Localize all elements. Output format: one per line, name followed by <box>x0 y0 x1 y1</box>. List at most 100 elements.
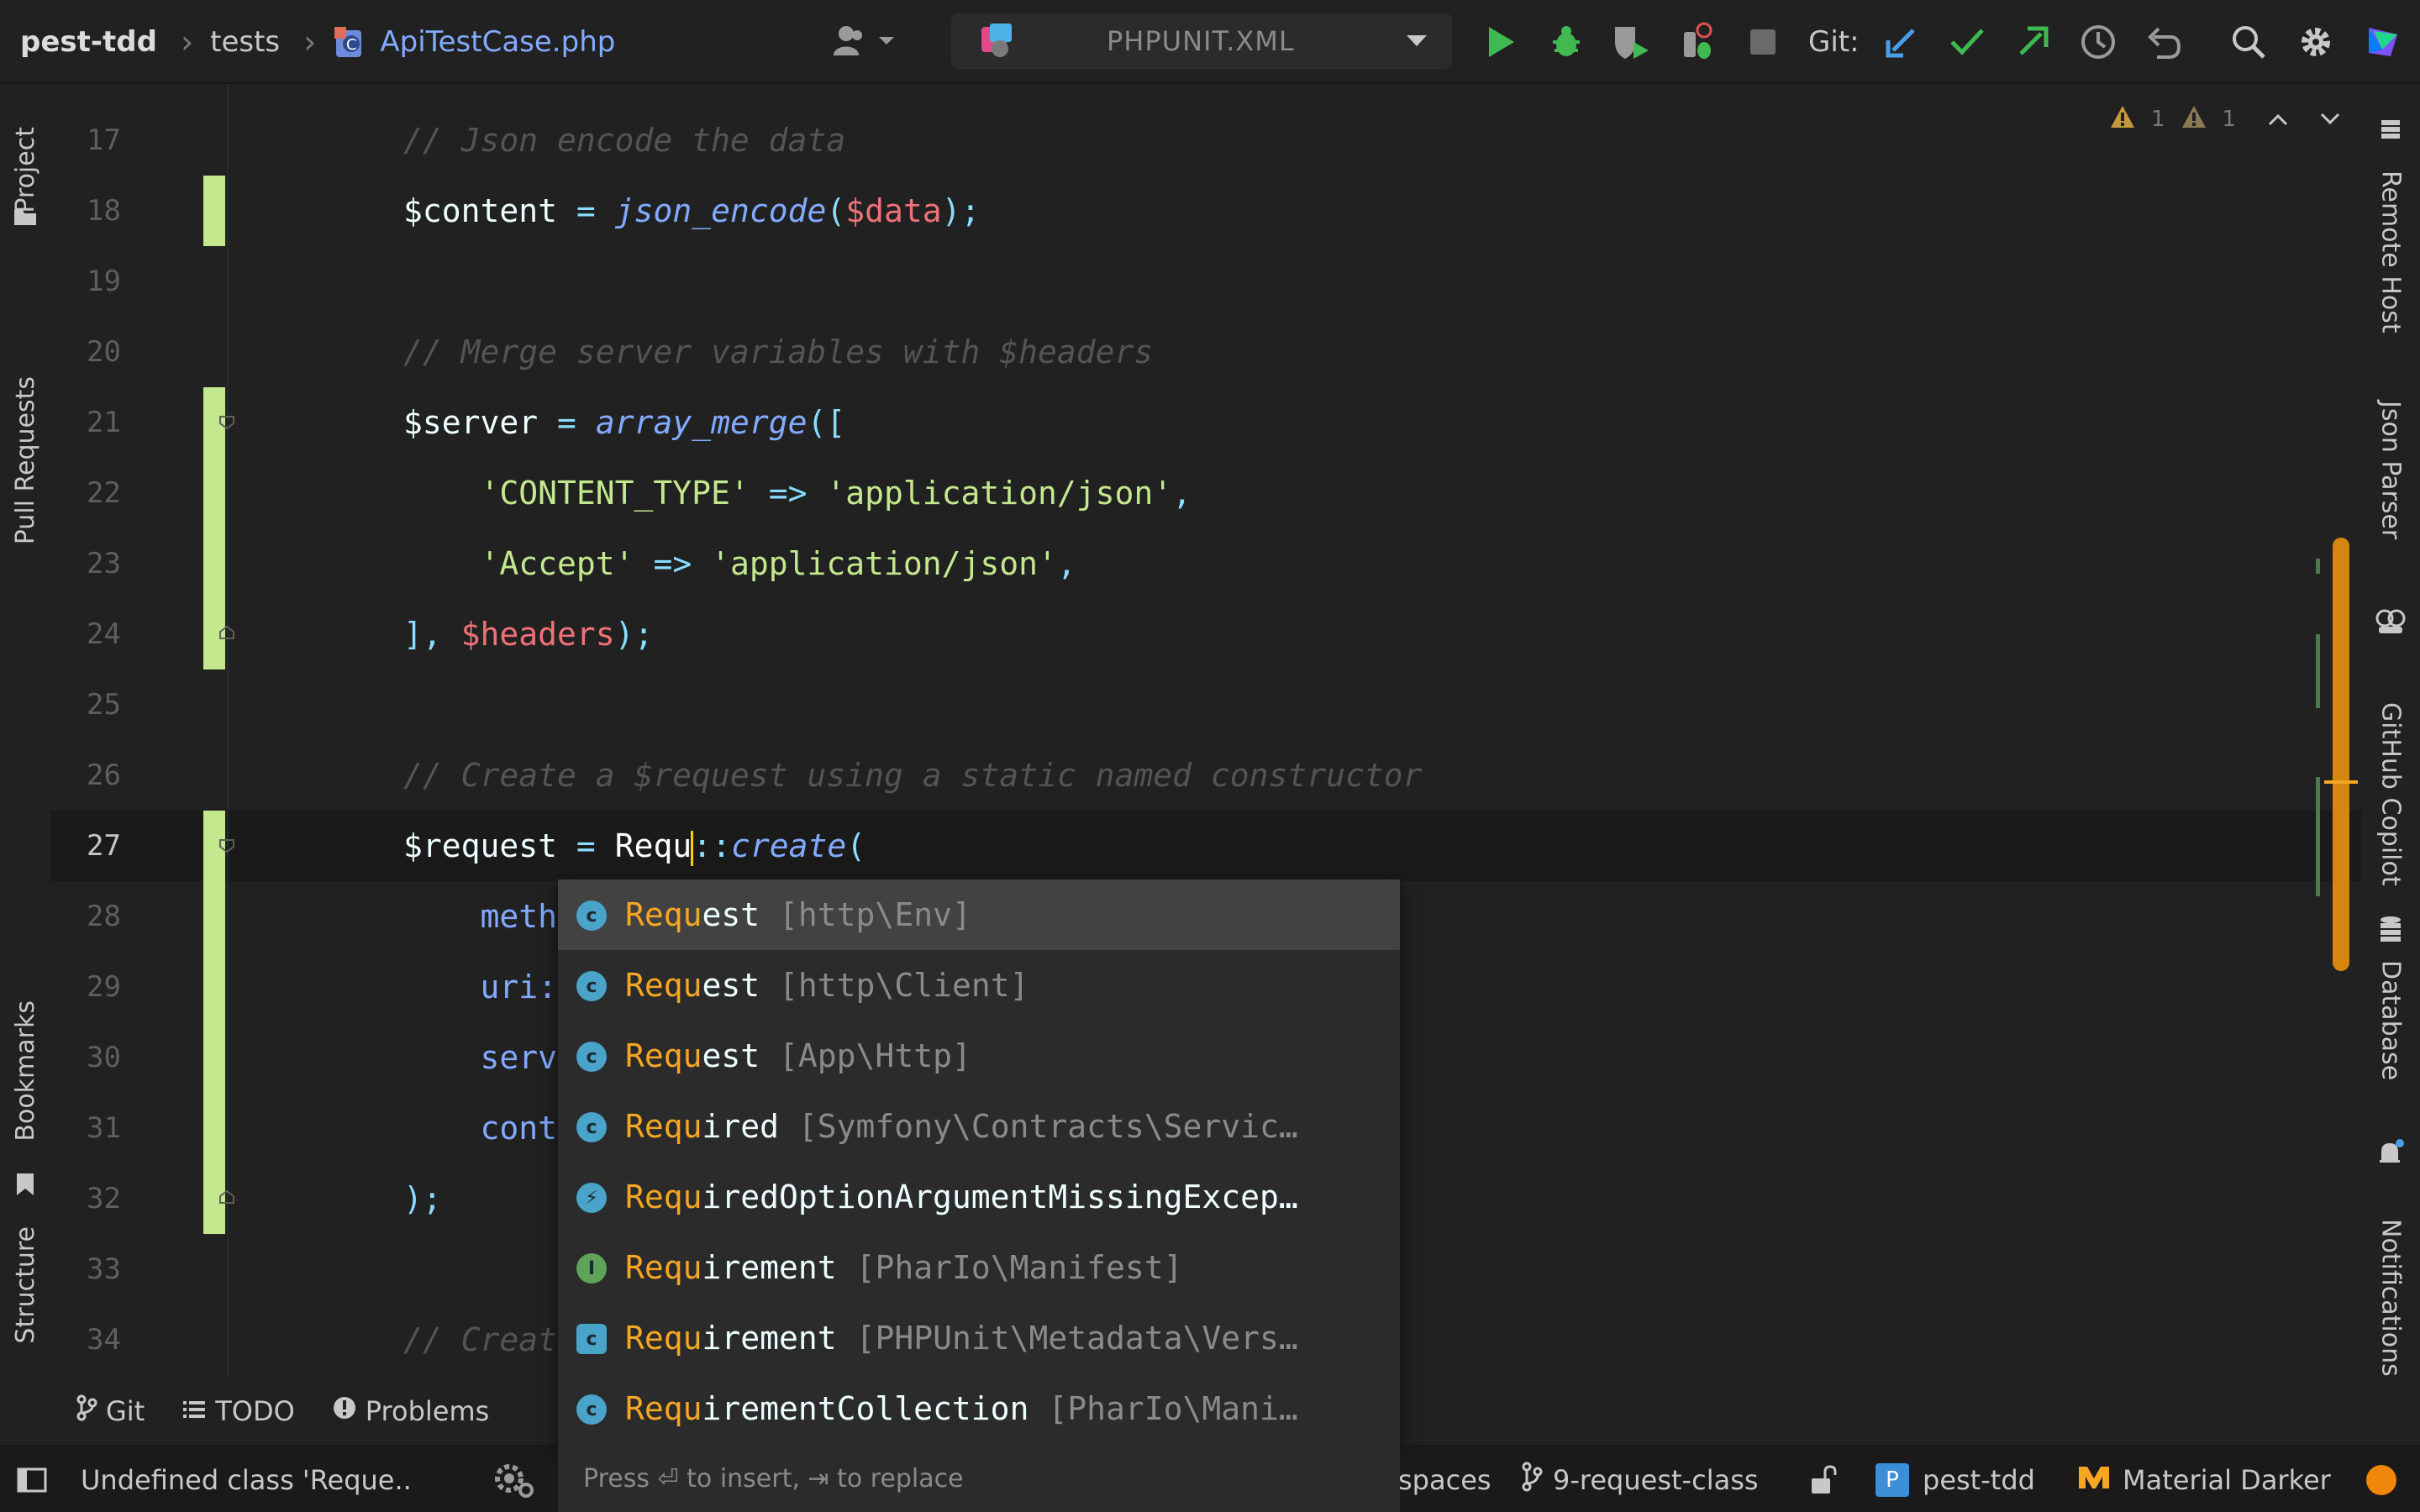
run-actions <box>1477 0 1786 84</box>
user-menu[interactable] <box>832 0 896 84</box>
database-icon <box>2361 912 2420 946</box>
tool-tab-structure[interactable]: Structure <box>0 1176 50 1394</box>
completion-item-name: irementCollection <box>702 1390 1029 1427</box>
theme-widget[interactable]: Material Darker <box>2077 1446 2331 1512</box>
git-update-icon[interactable] <box>1878 18 1925 66</box>
caret-position-marker <box>2324 780 2358 784</box>
completion-item[interactable]: c Request [http\Env] <box>558 879 1400 950</box>
completion-item[interactable]: I Requirement [PharIo\Manifest] <box>558 1232 1400 1303</box>
line-number: 20 <box>87 335 121 369</box>
editor-scrollbar-thumb[interactable] <box>2333 538 2349 971</box>
run-icon[interactable] <box>1477 18 1524 66</box>
code-line: 26 // Create a $request using a static n… <box>50 740 2361 811</box>
vcs-change-marker[interactable] <box>203 176 225 246</box>
coverage-icon[interactable] <box>1608 18 1655 66</box>
project-name: pest-tdd <box>1923 1464 2035 1496</box>
vcs-change-marker[interactable] <box>203 458 225 528</box>
tool-tab-todo-label: TODO <box>215 1395 295 1427</box>
completion-item-location: [http\Env] <box>779 896 971 933</box>
code-line: 22 'CONTENT_TYPE' => 'application/json', <box>50 458 2361 528</box>
code-text: meth <box>403 898 558 935</box>
folder-icon <box>0 200 50 234</box>
unlock-icon[interactable] <box>1808 1446 1837 1512</box>
completion-item[interactable]: c Request [App\Http] <box>558 1021 1400 1091</box>
breadcrumb-folder[interactable]: tests <box>210 25 280 59</box>
completion-item-text: RequiredOptionArgumentMissingExcep… <box>625 1162 1298 1232</box>
completion-item[interactable]: c RequirementCollection [PharIo\Mani… <box>558 1373 1400 1444</box>
phpstorm-logo-icon[interactable] <box>2360 18 2407 66</box>
vcs-change-marker[interactable] <box>203 528 225 599</box>
completion-item[interactable]: ⚡ RequiredOptionArgumentMissingExcep… <box>558 1162 1400 1232</box>
line-number: 26 <box>87 759 121 792</box>
vcs-change-marker[interactable] <box>203 1022 225 1093</box>
toggle-tool-windows-icon[interactable] <box>15 1446 49 1512</box>
debug-icon[interactable] <box>1543 18 1590 66</box>
stop-icon[interactable] <box>1739 18 1786 66</box>
status-message[interactable]: Undefined class 'Reque.. <box>81 1446 412 1512</box>
status-indicator-icon[interactable] <box>2365 1446 2398 1512</box>
completion-match: Requ <box>625 1390 702 1427</box>
git-commit-icon[interactable] <box>1944 18 1991 66</box>
chevron-down-icon[interactable] <box>2320 107 2340 132</box>
code-line: 19 <box>50 246 2361 317</box>
change-stripe[interactable] <box>2316 777 2320 896</box>
tool-tab-remote-host[interactable]: Remote Host <box>2361 151 2420 353</box>
profiler-icon[interactable] <box>1674 18 1721 66</box>
tool-tab-remote-host-label: Remote Host <box>2375 171 2406 333</box>
line-number: 30 <box>87 1041 121 1074</box>
bottom-tool-tabs: Git TODO Problems <box>50 1378 558 1445</box>
tool-tab-database[interactable]: Database <box>2361 949 2420 1092</box>
completion-item[interactable]: c Request [http\Client] <box>558 950 1400 1021</box>
tool-tab-bookmarks[interactable]: Bookmarks <box>0 932 50 1210</box>
tool-tab-github-copilot[interactable]: GitHub Copilot <box>2361 647 2420 941</box>
bell-icon <box>2361 1136 2420 1169</box>
background-tasks-icon[interactable] <box>492 1446 536 1512</box>
chevron-up-icon[interactable] <box>2268 107 2288 132</box>
line-number: 21 <box>87 406 121 439</box>
vcs-change-marker[interactable] <box>203 952 225 1022</box>
tool-tab-database-label: Database <box>2375 960 2406 1081</box>
completion-match: Requ <box>625 1249 702 1286</box>
line-number: 23 <box>87 547 121 580</box>
change-stripe[interactable] <box>2316 634 2320 708</box>
line-number: 17 <box>87 123 121 157</box>
completion-item[interactable]: c Required [Symfony\Contracts\Servic… <box>558 1091 1400 1162</box>
completion-match: Requ <box>625 1179 702 1215</box>
history-icon[interactable] <box>2075 18 2122 66</box>
abstract-class-icon: c <box>576 1324 607 1354</box>
fold-marker-icon[interactable] <box>218 415 235 430</box>
tool-tab-pull-requests[interactable]: Pull Requests <box>0 301 50 620</box>
code-text: $server = array_merge([ <box>403 404 846 441</box>
search-icon[interactable] <box>2225 18 2272 66</box>
fold-marker-icon[interactable] <box>218 625 235 640</box>
workspace-widget[interactable]: spaces <box>1398 1446 1491 1512</box>
vcs-change-marker[interactable] <box>203 881 225 952</box>
breadcrumb-file[interactable]: ApiTestCase.php <box>380 25 615 59</box>
git-branch-widget[interactable]: 9-request-class <box>1521 1446 1759 1512</box>
git-push-icon[interactable] <box>2009 18 2056 66</box>
fold-marker-icon[interactable] <box>218 838 235 853</box>
vcs-change-marker[interactable] <box>203 1093 225 1163</box>
gear-icon[interactable] <box>2292 18 2339 66</box>
line-number: 33 <box>87 1252 121 1286</box>
inspection-widget[interactable]: 1 1 <box>2109 101 2340 138</box>
tool-tab-problems[interactable]: Problems <box>332 1395 489 1427</box>
breadcrumb-project[interactable]: pest-tdd <box>20 25 157 59</box>
change-stripe[interactable] <box>2316 559 2320 574</box>
run-configuration-select[interactable]: PHPUNIT.XML <box>951 13 1452 69</box>
completion-item-location: [App\Http] <box>779 1037 971 1074</box>
project-widget[interactable]: P pest-tdd <box>1876 1446 2035 1512</box>
tool-tab-git[interactable]: Git <box>76 1394 145 1428</box>
code-line: 23 'Accept' => 'application/json', <box>50 528 2361 599</box>
completion-match: Requ <box>625 1037 702 1074</box>
fold-marker-icon[interactable] <box>218 1189 235 1205</box>
rollback-icon[interactable] <box>2140 18 2187 66</box>
class-icon: c <box>576 1042 607 1072</box>
tool-tab-todo[interactable]: TODO <box>182 1395 295 1427</box>
tool-tab-notifications[interactable]: Notifications <box>2361 1176 2420 1420</box>
completion-item[interactable]: c Requirement [PHPUnit\Metadata\Vers… <box>558 1303 1400 1373</box>
completion-item-location: [Symfony\Contracts\Servic… <box>797 1108 1298 1145</box>
completion-item-name: est <box>702 1037 760 1074</box>
tool-tab-github-copilot-label: GitHub Copilot <box>2375 701 2406 886</box>
tool-tab-json-parser[interactable]: Json Parser <box>2361 386 2420 554</box>
